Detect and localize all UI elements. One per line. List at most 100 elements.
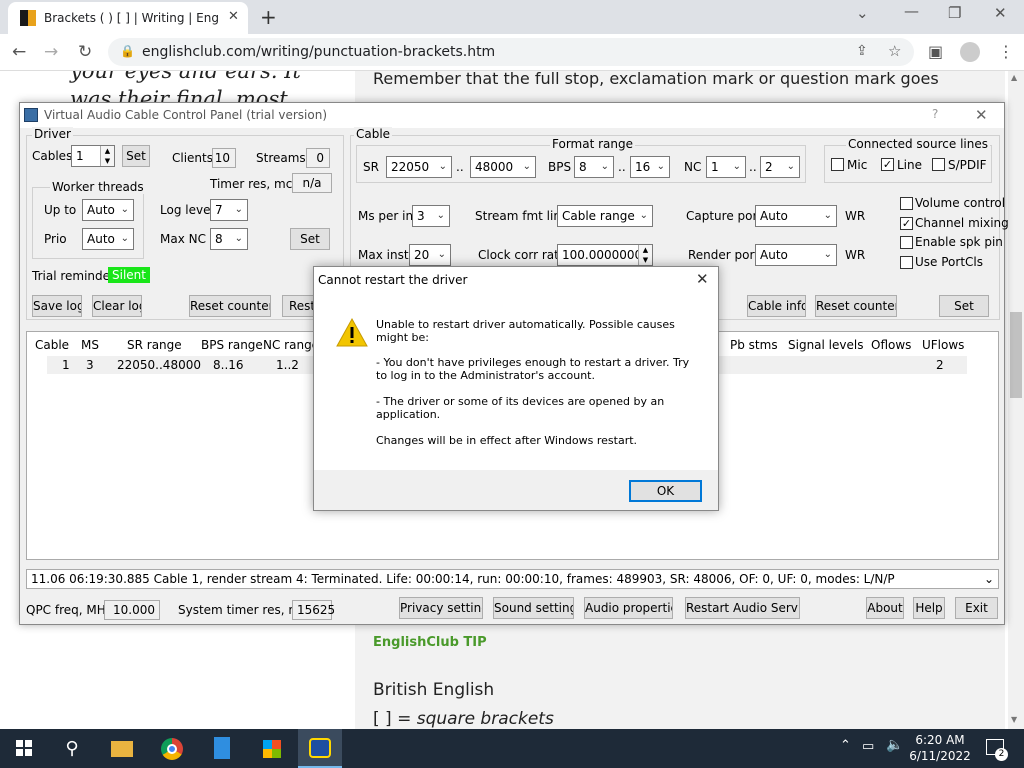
- col-header-oflows[interactable]: Oflows: [871, 338, 911, 352]
- mic-label: Mic: [847, 158, 868, 172]
- cables-set-button[interactable]: Set: [122, 145, 150, 167]
- col-header-nc-range[interactable]: NC range: [263, 338, 319, 352]
- store-icon[interactable]: [250, 729, 294, 768]
- log-status-dropdown[interactable]: 11.06 06:19:30.885 Cable 1, render strea…: [26, 569, 999, 589]
- clock-corr-label: Clock corr ratio: [478, 248, 570, 262]
- nc-max-select[interactable]: 2 ⌄: [760, 156, 800, 178]
- bps-min-select[interactable]: 8 ⌄: [574, 156, 614, 178]
- help-button[interactable]: Help: [913, 597, 945, 619]
- use-portcls-checkbox[interactable]: [900, 256, 913, 269]
- ms-per-int-select[interactable]: 3 ⌄: [412, 205, 450, 227]
- network-icon[interactable]: ▭: [862, 739, 874, 754]
- address-bar[interactable]: 🔒 englishclub.com/writing/punctuation-br…: [108, 38, 914, 66]
- sr-min-select[interactable]: 22050 ⌄: [386, 156, 452, 178]
- line-checkbox[interactable]: ✓: [881, 158, 894, 171]
- cable-info-button[interactable]: Cable info: [747, 295, 806, 317]
- dialog-message-4: Changes will be in effect after Windows …: [376, 434, 638, 447]
- spdif-checkbox[interactable]: [932, 158, 945, 171]
- clear-log-button[interactable]: Clear log: [92, 295, 142, 317]
- close-tab-icon[interactable]: ✕: [228, 9, 239, 24]
- chevron-down-icon[interactable]: ⌄: [984, 570, 994, 588]
- exit-button[interactable]: Exit: [955, 597, 998, 619]
- enable-spk-pin-checkbox[interactable]: [900, 236, 913, 249]
- file-explorer-icon[interactable]: [100, 729, 144, 768]
- chevron-down-icon: ⌄: [522, 161, 531, 172]
- vac-control-panel-taskbar-icon[interactable]: [298, 729, 342, 768]
- vac-close-icon[interactable]: ✕: [975, 106, 988, 124]
- mic-checkbox[interactable]: [831, 158, 844, 171]
- upto-select[interactable]: Auto ⌄: [82, 199, 134, 221]
- profile-avatar-icon[interactable]: [960, 42, 980, 62]
- max-inst-select[interactable]: 20 ⌄: [409, 244, 451, 266]
- taskbar-clock[interactable]: 6:20 AM 6/11/2022: [900, 732, 980, 764]
- help-question-icon[interactable]: ?: [932, 107, 938, 121]
- article-left-text: your eyes and ears. It: [70, 71, 301, 83]
- reload-icon[interactable]: ↻: [78, 42, 92, 62]
- minimize-icon[interactable]: —: [904, 2, 919, 20]
- notepad-icon[interactable]: [200, 729, 244, 768]
- stream-fmt-limit-select[interactable]: Cable range ⌄: [557, 205, 653, 227]
- spin-arrows-icon[interactable]: ▲ ▼: [100, 146, 114, 166]
- capture-port-select[interactable]: Auto ⌄: [755, 205, 837, 227]
- nc-min-select[interactable]: 1 ⌄: [706, 156, 746, 178]
- browser-tabstrip: Brackets ( ) [ ] | Writing | EnglishC ✕ …: [0, 0, 1024, 34]
- sound-settings-button[interactable]: Sound settings: [493, 597, 574, 619]
- dialog-close-icon[interactable]: ✕: [696, 270, 709, 288]
- driver-group-label: Driver: [32, 127, 73, 141]
- close-window-icon[interactable]: ✕: [994, 4, 1007, 22]
- col-header-sr-range[interactable]: SR range: [127, 338, 182, 352]
- privacy-settings-button[interactable]: Privacy settings: [399, 597, 483, 619]
- sr-max-select[interactable]: 48000 ⌄: [470, 156, 536, 178]
- log-level-select[interactable]: 7 ⌄: [210, 199, 248, 221]
- windows-start-icon[interactable]: [2, 729, 46, 768]
- share-icon[interactable]: ⇪: [856, 43, 868, 59]
- lock-icon[interactable]: 🔒: [120, 44, 135, 58]
- bps-max-select[interactable]: 16 ⌄: [630, 156, 670, 178]
- search-icon[interactable]: ⚲: [50, 729, 94, 768]
- chevron-down-icon: ⌄: [786, 161, 795, 172]
- col-header-bps-range[interactable]: BPS range: [201, 338, 263, 352]
- cannot-restart-dialog: Cannot restart the driver ✕ Unable to re…: [313, 266, 719, 511]
- volume-control-checkbox[interactable]: [900, 197, 913, 210]
- driver-reset-counters-button[interactable]: Reset counters: [189, 295, 271, 317]
- scroll-down-icon[interactable]: ▼: [1011, 715, 1017, 724]
- scrollbar-thumb[interactable]: [1010, 312, 1022, 398]
- col-header-cable[interactable]: Cable: [35, 338, 69, 352]
- vac-title: Virtual Audio Cable Control Panel (trial…: [44, 108, 327, 122]
- browser-tab[interactable]: Brackets ( ) [ ] | Writing | EnglishC ✕: [8, 2, 248, 34]
- restart-audio-service-button[interactable]: Restart Audio Service: [685, 597, 800, 619]
- cable-set-button[interactable]: Set: [939, 295, 989, 317]
- chrome-icon[interactable]: [150, 729, 194, 768]
- save-log-button[interactable]: Save log: [32, 295, 82, 317]
- render-port-select[interactable]: Auto ⌄: [755, 244, 837, 266]
- ok-button[interactable]: OK: [629, 480, 702, 502]
- sr-range-dots: ..: [456, 160, 464, 174]
- upto-value: Auto: [87, 203, 115, 217]
- restore-icon[interactable]: ❐: [948, 4, 961, 22]
- about-button[interactable]: About: [866, 597, 904, 619]
- new-tab-icon[interactable]: +: [260, 5, 277, 29]
- menu-kebab-icon[interactable]: ⋮: [998, 42, 1014, 61]
- cable-reset-counters-button[interactable]: Reset counters: [815, 295, 897, 317]
- back-icon[interactable]: ←: [12, 42, 26, 62]
- driver-set-button[interactable]: Set: [290, 228, 330, 250]
- col-header-ms[interactable]: MS: [81, 338, 99, 352]
- prio-select[interactable]: Auto ⌄: [82, 228, 134, 250]
- trial-reminder-value[interactable]: Silent: [108, 267, 150, 283]
- max-nc-select[interactable]: 8 ⌄: [210, 228, 248, 250]
- scroll-up-icon[interactable]: ▲: [1011, 73, 1017, 82]
- cables-spinner[interactable]: 1 ▲ ▼: [71, 145, 115, 167]
- tab-search-icon[interactable]: ⌄: [856, 4, 869, 22]
- col-header-uflows[interactable]: UFlows: [922, 338, 964, 352]
- col-header-pb-stms[interactable]: Pb stms: [730, 338, 778, 352]
- show-hidden-icons-chevron-icon[interactable]: ⌃: [840, 738, 851, 753]
- audio-properties-button[interactable]: Audio properties: [584, 597, 673, 619]
- bookmark-star-icon[interactable]: ☆: [888, 42, 901, 60]
- page-scrollbar[interactable]: ▲ ▼: [1008, 71, 1024, 729]
- col-header-signal-levels[interactable]: Signal levels: [788, 338, 863, 352]
- spin-arrows-icon[interactable]: ▲ ▼: [638, 245, 652, 265]
- side-panel-icon[interactable]: ▣: [928, 42, 943, 61]
- channel-mixing-checkbox[interactable]: ✓: [900, 217, 913, 230]
- clock-corr-spinner[interactable]: 100.0000000 ▲ ▼: [557, 244, 653, 266]
- forward-icon[interactable]: →: [44, 42, 58, 62]
